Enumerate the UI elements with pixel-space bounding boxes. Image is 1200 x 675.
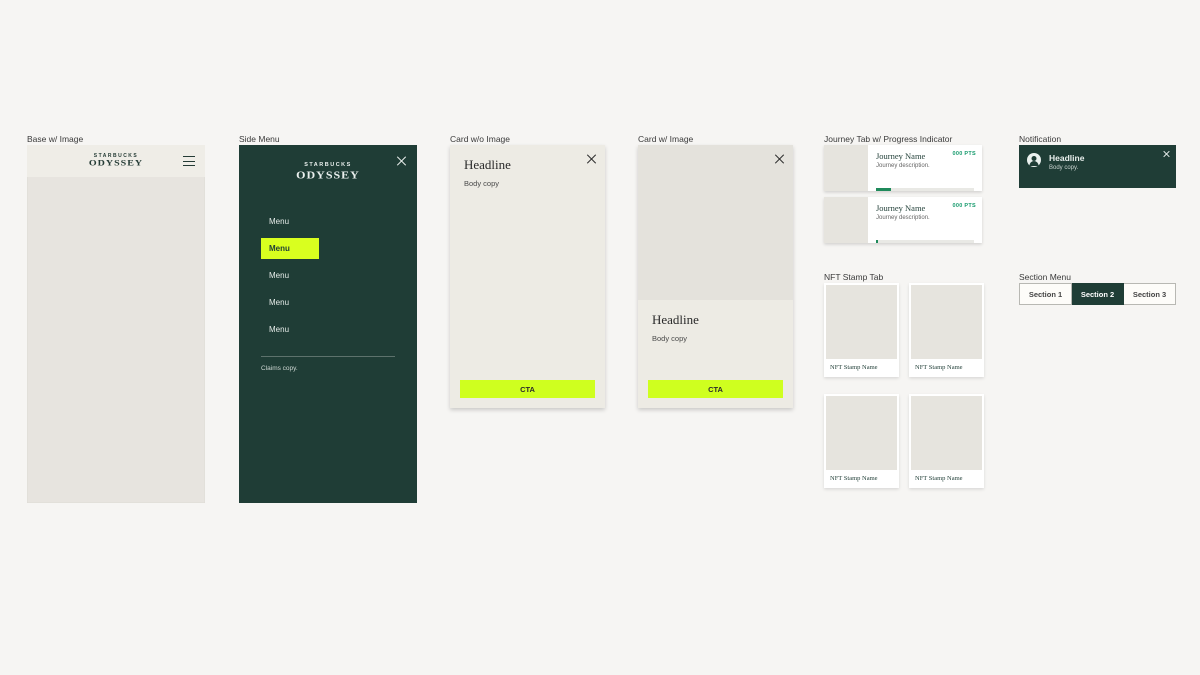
- close-icon: [395, 155, 407, 167]
- close-button[interactable]: [395, 155, 407, 167]
- notification-text: Headline Body copy.: [1049, 153, 1084, 171]
- cta-button[interactable]: CTA: [648, 380, 783, 398]
- nft-stamp-name: NFT Stamp Name: [909, 359, 984, 377]
- topbar: STARBUCKS ODYSSEY: [27, 145, 205, 177]
- label-journey: Journey Tab w/ Progress Indicator: [824, 134, 952, 144]
- card-hero-image: [638, 145, 793, 300]
- menu-divider: [261, 356, 395, 357]
- journey-tab[interactable]: Journey Name Journey description. 000 PT…: [824, 197, 982, 243]
- close-button[interactable]: [585, 153, 597, 165]
- frame-base: STARBUCKS ODYSSEY: [27, 145, 205, 503]
- section-menu: Section 1 Section 2 Section 3: [1019, 283, 1176, 305]
- journey-tab[interactable]: Journey Name Journey description. 000 PT…: [824, 145, 982, 191]
- menu-item-active[interactable]: Menu: [261, 238, 319, 259]
- brand-top: STARBUCKS: [94, 154, 139, 159]
- brand-bottom: ODYSSEY: [89, 159, 143, 168]
- hamburger-icon[interactable]: [183, 156, 195, 166]
- close-icon: [585, 153, 597, 165]
- progress-track: [876, 188, 974, 191]
- label-card-noimg: Card w/o Image: [450, 134, 510, 144]
- progress-track: [876, 240, 974, 243]
- card-body: Headline Body copy: [638, 300, 793, 380]
- frame-sidemenu: STARBUCKS ODYSSEY Menu Menu Menu Menu Me…: [239, 145, 417, 503]
- section-tab-3[interactable]: Section 3: [1124, 283, 1176, 305]
- close-icon: [773, 153, 785, 165]
- label-nft: NFT Stamp Tab: [824, 272, 883, 282]
- progress-fill: [876, 188, 891, 191]
- menu-list: Menu Menu Menu Menu Menu: [239, 211, 417, 340]
- section-tab-2[interactable]: Section 2: [1072, 283, 1124, 305]
- notification-toast: Headline Body copy.: [1019, 145, 1176, 188]
- menu-item[interactable]: Menu: [261, 211, 395, 232]
- user-avatar-icon: [1027, 153, 1041, 167]
- cta-button[interactable]: CTA: [460, 380, 595, 398]
- close-button[interactable]: [1162, 150, 1170, 158]
- label-notification: Notification: [1019, 134, 1061, 144]
- nft-stamp-image: [826, 396, 897, 470]
- nft-stamp-name: NFT Stamp Name: [909, 470, 984, 488]
- nft-stamp-image: [911, 396, 982, 470]
- journey-body: Journey Name Journey description. 000 PT…: [868, 197, 982, 243]
- label-sidemenu: Side Menu: [239, 134, 280, 144]
- nft-stamp-name: NFT Stamp Name: [824, 359, 899, 377]
- menu-item[interactable]: Menu: [261, 292, 395, 313]
- card-headline: Headline: [652, 312, 779, 328]
- card-with-image: Headline Body copy CTA: [638, 145, 793, 408]
- journey-points: 000 PTS: [952, 151, 976, 157]
- brand-bottom: ODYSSEY: [296, 169, 360, 179]
- label-section-menu: Section Menu: [1019, 272, 1071, 282]
- close-button[interactable]: [773, 153, 785, 165]
- menu-item[interactable]: Menu: [261, 265, 395, 286]
- label-base: Base w/ Image: [27, 134, 83, 144]
- section-tab-1[interactable]: Section 1: [1019, 283, 1072, 305]
- nft-stamp-image: [826, 285, 897, 359]
- card-without-image: Headline Body copy CTA: [450, 145, 605, 408]
- notification-headline: Headline: [1049, 153, 1084, 163]
- card-copy: Body copy: [464, 179, 591, 188]
- journey-desc: Journey description.: [876, 163, 974, 169]
- nft-stamp-image: [911, 285, 982, 359]
- notification-body: Body copy.: [1049, 165, 1084, 171]
- menu-item[interactable]: Menu: [261, 319, 395, 340]
- brand-top: STARBUCKS: [304, 163, 352, 169]
- brand-logo: STARBUCKS ODYSSEY: [89, 154, 143, 169]
- nft-stamp-card[interactable]: NFT Stamp Name: [909, 394, 984, 488]
- label-card-img: Card w/ Image: [638, 134, 693, 144]
- journey-body: Journey Name Journey description. 000 PT…: [868, 145, 982, 191]
- card-body: Headline Body copy: [450, 145, 605, 380]
- journey-thumbnail: [824, 197, 868, 243]
- close-icon: [1162, 150, 1170, 158]
- nft-stamp-card[interactable]: NFT Stamp Name: [824, 394, 899, 488]
- progress-fill: [876, 240, 878, 243]
- menu-claims: Claims copy.: [239, 365, 417, 372]
- brand-logo: STARBUCKS ODYSSEY: [239, 163, 417, 181]
- card-headline: Headline: [464, 157, 591, 173]
- journey-thumbnail: [824, 145, 868, 191]
- nft-stamp-name: NFT Stamp Name: [824, 470, 899, 488]
- nft-stamp-card[interactable]: NFT Stamp Name: [824, 283, 899, 377]
- nft-stamp-card[interactable]: NFT Stamp Name: [909, 283, 984, 377]
- journey-desc: Journey description.: [876, 215, 974, 221]
- card-copy: Body copy: [652, 334, 779, 343]
- journey-points: 000 PTS: [952, 203, 976, 209]
